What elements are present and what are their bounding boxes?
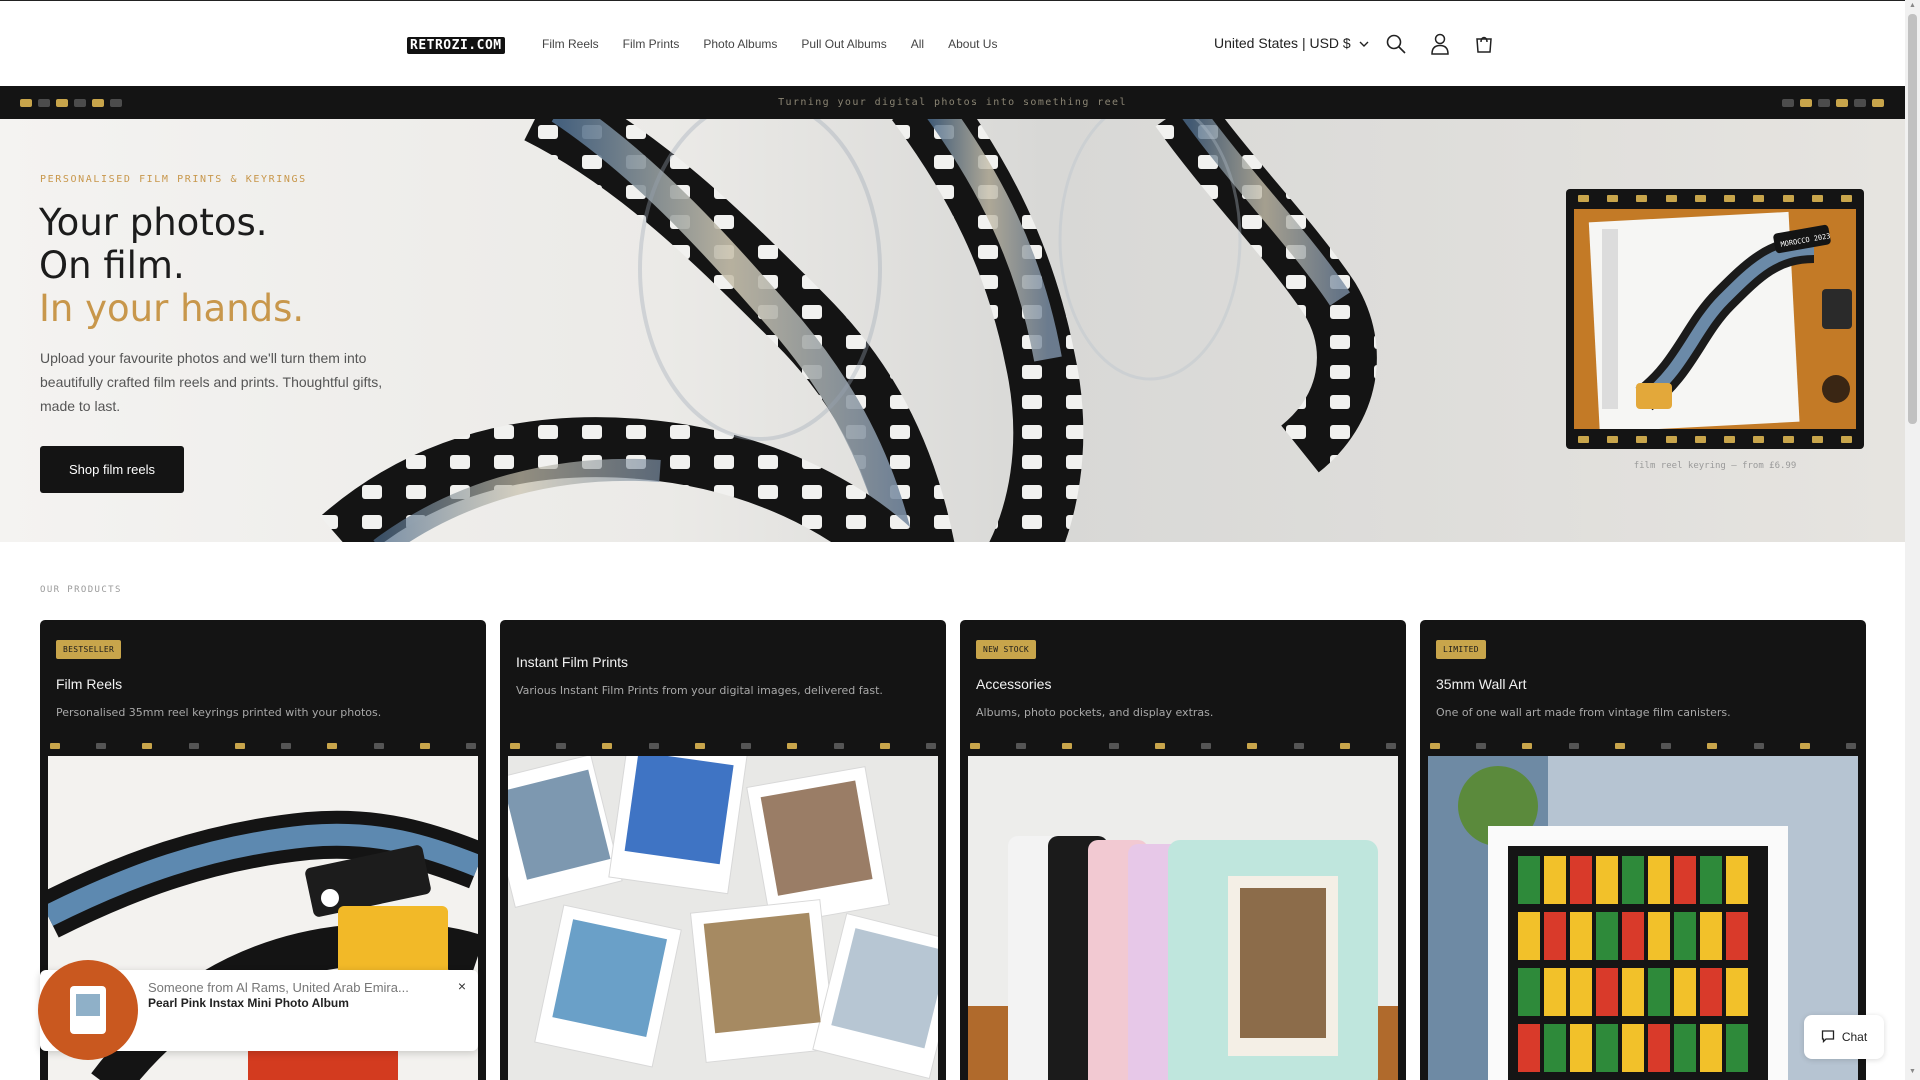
main-nav: Film Reels Film Prints Photo Albums Pull… bbox=[542, 37, 1021, 51]
chat-label: Chat bbox=[1841, 1030, 1868, 1044]
product-description: One of one wall art made from vintage fi… bbox=[1436, 706, 1731, 719]
scrollbar-thumb[interactable] bbox=[1908, 14, 1917, 424]
product-description: Various Instant Film Prints from your di… bbox=[516, 684, 883, 697]
keyring-product-photo: MOROCCO 2023 bbox=[1574, 209, 1856, 429]
nav-film-reels[interactable]: Film Reels bbox=[542, 37, 599, 51]
nav-photo-albums[interactable]: Photo Albums bbox=[703, 37, 777, 51]
product-title: Instant Film Prints bbox=[516, 654, 629, 670]
popup-location-text: Someone from Al Rams, United Arab Emira.… bbox=[148, 980, 409, 995]
popup-product-name[interactable]: Pearl Pink Instax Mini Photo Album bbox=[148, 996, 349, 1010]
account-icon[interactable] bbox=[1428, 32, 1452, 56]
nav-all[interactable]: All bbox=[911, 37, 924, 51]
hero-title: Your photos. On film. In your hands. bbox=[39, 201, 304, 330]
chat-button[interactable]: Chat bbox=[1804, 1015, 1884, 1059]
product-badge: BESTSELLER bbox=[56, 640, 122, 659]
cart-icon[interactable] bbox=[1472, 32, 1496, 56]
close-icon[interactable]: × bbox=[458, 978, 466, 994]
recent-purchase-popup[interactable]: Someone from Al Rams, United Arab Emira.… bbox=[38, 960, 478, 1060]
chat-bubble-icon bbox=[1821, 1029, 1835, 1046]
nav-pull-out-albums[interactable]: Pull Out Albums bbox=[801, 37, 886, 51]
announcement-bar: Turning your digital photos into somethi… bbox=[0, 86, 1905, 119]
nav-about-us[interactable]: About Us bbox=[948, 37, 997, 51]
product-badge: LIMITED bbox=[1436, 640, 1486, 659]
popup-product-thumbnail bbox=[38, 960, 138, 1060]
hero-title-line-3: In your hands. bbox=[39, 287, 305, 330]
product-card-wall-art[interactable]: LIMITED 35mm Wall Art One of one wall ar… bbox=[1420, 620, 1866, 1080]
search-icon[interactable] bbox=[1384, 32, 1408, 56]
shop-film-reels-button[interactable]: Shop film reels bbox=[40, 446, 184, 493]
product-title: Film Reels bbox=[56, 676, 123, 692]
instant-prints-product-image bbox=[508, 756, 938, 1080]
announcement-text: Turning your digital photos into somethi… bbox=[778, 97, 1127, 108]
frame-sprockets-top bbox=[1578, 195, 1852, 202]
scroll-down-icon[interactable]: ▼ bbox=[1909, 1068, 1916, 1075]
section-label: OUR PRODUCTS bbox=[40, 585, 122, 595]
card-sprockets bbox=[970, 743, 1396, 749]
site-logo[interactable]: RETROZI.COM bbox=[407, 37, 505, 54]
frame-sprockets-bottom bbox=[1578, 436, 1852, 443]
sprocket-row-right bbox=[1782, 99, 1884, 107]
wall-art-product-image bbox=[1428, 756, 1858, 1080]
product-badge: NEW STOCK bbox=[976, 640, 1037, 659]
hero-description: Upload your favourite photos and we'll t… bbox=[40, 350, 383, 414]
nav-film-prints[interactable]: Film Prints bbox=[623, 37, 680, 51]
accessories-product-image bbox=[968, 756, 1398, 1080]
scroll-up-icon[interactable]: ▲ bbox=[1909, 2, 1916, 9]
currency-label: United States | USD $ bbox=[1214, 35, 1351, 51]
hero-product-frame: MOROCCO 2023 bbox=[1566, 189, 1864, 449]
product-description: Albums, photo pockets, and display extra… bbox=[976, 706, 1214, 719]
product-card-instant-film-prints[interactable]: Instant Film Prints Various Instant Film… bbox=[500, 620, 946, 1080]
currency-selector[interactable]: United States | USD $ bbox=[1214, 35, 1369, 51]
card-sprockets bbox=[510, 743, 936, 749]
hero-banner: PERSONALISED FILM PRINTS & KEYRINGS Your… bbox=[0, 119, 1905, 542]
card-sprockets bbox=[1430, 743, 1856, 749]
hero-eyebrow: PERSONALISED FILM PRINTS & KEYRINGS bbox=[40, 174, 307, 185]
hero-title-line-1: Your photos. bbox=[39, 201, 268, 244]
product-description: Personalised 35mm reel keyrings printed … bbox=[56, 706, 382, 719]
frame-caption: film reel keyring — from £6.99 bbox=[1633, 461, 1797, 471]
site-header: RETROZI.COM Film Reels Film Prints Photo… bbox=[0, 0, 1905, 86]
hero-title-line-2: On film. bbox=[39, 244, 185, 287]
chevron-down-icon bbox=[1359, 35, 1369, 51]
product-title: Accessories bbox=[976, 676, 1052, 692]
page-scrollbar[interactable]: ▲ ▼ bbox=[1905, 0, 1920, 1080]
product-title: 35mm Wall Art bbox=[1436, 676, 1527, 692]
product-card-accessories[interactable]: NEW STOCK Accessories Albums, photo pock… bbox=[960, 620, 1406, 1080]
card-sprockets bbox=[50, 743, 476, 749]
